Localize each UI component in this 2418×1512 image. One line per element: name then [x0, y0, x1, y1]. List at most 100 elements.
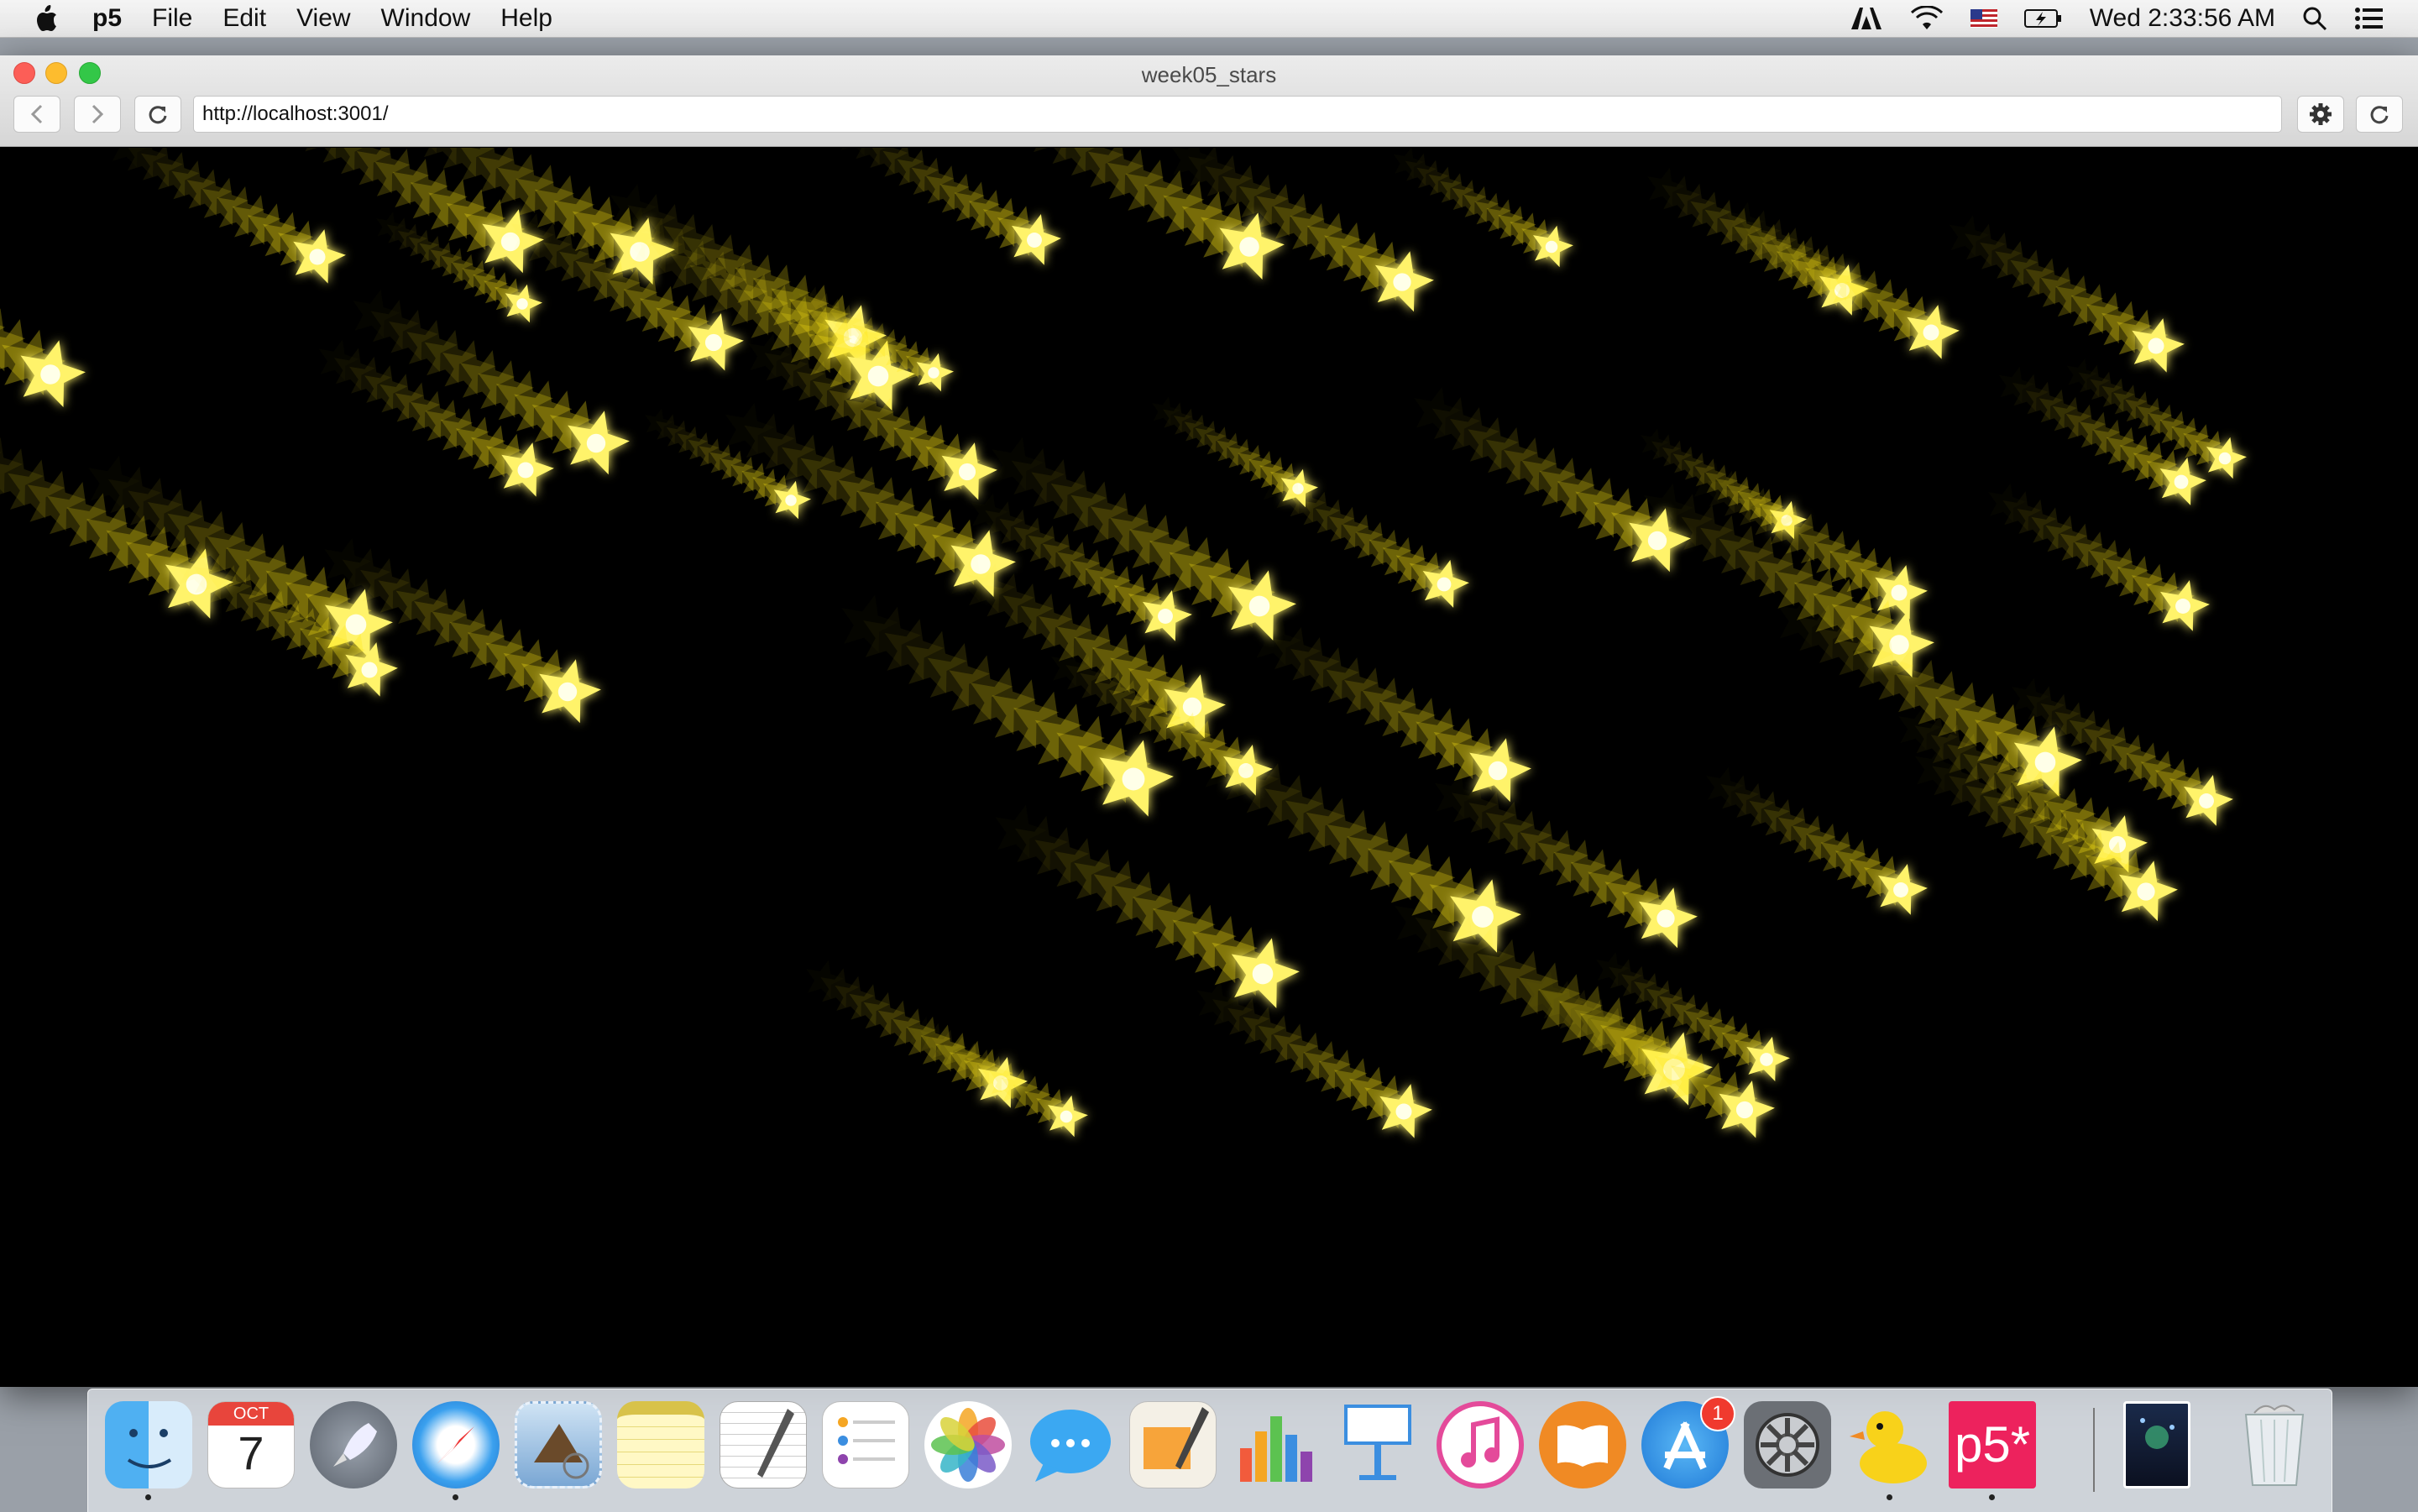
checklist-icon	[823, 1402, 910, 1489]
adobe-icon[interactable]	[1850, 6, 1883, 31]
gear-icon	[1744, 1401, 1831, 1488]
star-core	[2035, 752, 2056, 773]
dock-messages[interactable]	[1027, 1401, 1114, 1488]
shooting-stars-drawing	[0, 148, 2418, 1387]
star-core	[587, 434, 605, 453]
spotlight-icon[interactable]	[2302, 6, 2327, 31]
star-core	[1158, 609, 1173, 624]
music-note-icon	[1442, 1406, 1519, 1483]
p5-sketch-canvas[interactable]	[0, 148, 2418, 1387]
rocket-icon	[310, 1401, 397, 1488]
star-core	[1395, 1103, 1411, 1119]
reload-icon	[147, 103, 169, 125]
menu-help[interactable]: Help	[500, 4, 552, 33]
compass-icon	[412, 1401, 500, 1488]
dock-safari[interactable]	[412, 1401, 500, 1488]
dock-mail[interactable]	[515, 1401, 602, 1488]
star-core	[868, 366, 889, 387]
dock-separator	[2093, 1408, 2095, 1492]
shooting-star	[1414, 387, 1691, 572]
dock-keynote[interactable]	[1334, 1401, 1421, 1488]
star-core	[2148, 337, 2164, 353]
shooting-star	[1950, 215, 2185, 372]
finder-icon	[105, 1401, 192, 1488]
browser-window: week05_stars http://localhost:3001/	[0, 55, 2418, 1387]
dock-notes[interactable]	[617, 1401, 704, 1488]
wifi-icon[interactable]	[1910, 6, 1944, 31]
notification-center-icon[interactable]	[2354, 6, 2384, 31]
dock-app-store[interactable]: 1	[1641, 1401, 1729, 1488]
star-core	[346, 615, 367, 636]
p5-logo: p5*	[1955, 1416, 2030, 1473]
star-core	[1656, 909, 1674, 927]
window-titlebar: week05_stars http://localhost:3001/	[0, 55, 2418, 147]
shooting-star	[1262, 469, 1469, 608]
dock-cyberduck[interactable]	[1846, 1401, 1934, 1488]
back-button[interactable]	[13, 96, 60, 133]
star-core	[1027, 233, 1042, 248]
dock-system-preferences[interactable]	[1744, 1401, 1831, 1488]
star-core	[1437, 578, 1452, 592]
star-core	[2175, 475, 2189, 489]
refresh-sync-button[interactable]	[2356, 96, 2403, 133]
battery-icon[interactable]	[2024, 8, 2063, 29]
keynote-podium-icon	[1334, 1401, 1421, 1488]
menu-edit[interactable]: Edit	[222, 4, 266, 33]
star-core	[1393, 273, 1410, 290]
forward-button[interactable]	[74, 96, 121, 133]
trash-icon	[2231, 1401, 2318, 1488]
messages-bubble-icon	[1027, 1401, 1114, 1488]
settings-button[interactable]	[2297, 96, 2344, 133]
chevron-left-icon	[29, 103, 45, 125]
menu-window[interactable]: Window	[381, 4, 471, 33]
running-indicator	[1989, 1494, 1995, 1500]
menu-file[interactable]: File	[152, 4, 192, 33]
dock-reminders[interactable]	[822, 1401, 909, 1488]
menu-app-name[interactable]: p5	[92, 4, 122, 33]
menu-view[interactable]: View	[296, 4, 350, 33]
star-core	[1249, 596, 1270, 617]
shooting-star	[1197, 981, 1432, 1138]
dock-pages[interactable]	[1129, 1401, 1217, 1488]
dock-downloads-stack[interactable]	[2123, 1401, 2190, 1488]
star-core	[1123, 768, 1145, 791]
shooting-star	[1725, 201, 1960, 358]
update-badge: 1	[1700, 1396, 1735, 1431]
star-core	[1546, 241, 1558, 254]
refresh-icon	[2368, 103, 2390, 125]
star-core	[1760, 1053, 1773, 1066]
apple-menu-icon[interactable]	[34, 4, 59, 33]
dock-ibooks[interactable]	[1539, 1401, 1626, 1488]
dock-numbers[interactable]	[1232, 1401, 1319, 1488]
dock-itunes[interactable]	[1437, 1401, 1524, 1488]
dock-photos[interactable]	[924, 1401, 1012, 1488]
reload-button[interactable]	[134, 96, 181, 133]
gear-icon	[2308, 102, 2333, 127]
star-core	[1648, 531, 1667, 550]
mail-stamp-icon	[517, 1404, 599, 1486]
photos-flower-icon	[924, 1401, 1012, 1488]
duck-icon	[1846, 1401, 1934, 1488]
star-core	[558, 683, 577, 701]
us-flag-icon[interactable]	[1971, 9, 1997, 28]
shooting-star	[840, 148, 1061, 265]
dock-calendar[interactable]: OCT 7	[207, 1401, 295, 1488]
dock-trash[interactable]	[2231, 1401, 2318, 1488]
calendar-month: OCT	[208, 1402, 294, 1426]
star-core	[1253, 964, 1274, 985]
dock-finder[interactable]	[105, 1401, 192, 1488]
running-indicator	[1887, 1494, 1892, 1500]
shooting-star	[1394, 148, 1573, 267]
dock-p5[interactable]: p5*	[1949, 1401, 2036, 1488]
shooting-star	[908, 1017, 1088, 1137]
dock: OCT 7	[87, 1389, 2332, 1512]
clock[interactable]: Wed 2:33:56 AM	[2090, 4, 2275, 33]
shooting-star	[994, 148, 1285, 280]
shooting-star	[1988, 484, 2210, 631]
star-core	[705, 334, 722, 351]
dock-textedit[interactable]	[720, 1401, 807, 1488]
url-bar[interactable]: http://localhost:3001/	[193, 96, 2282, 133]
menu-bar: p5 File Edit View Window Help Wed 2:33:5…	[0, 0, 2418, 38]
dock-launchpad[interactable]	[310, 1401, 397, 1488]
calendar-day: 7	[208, 1426, 294, 1480]
